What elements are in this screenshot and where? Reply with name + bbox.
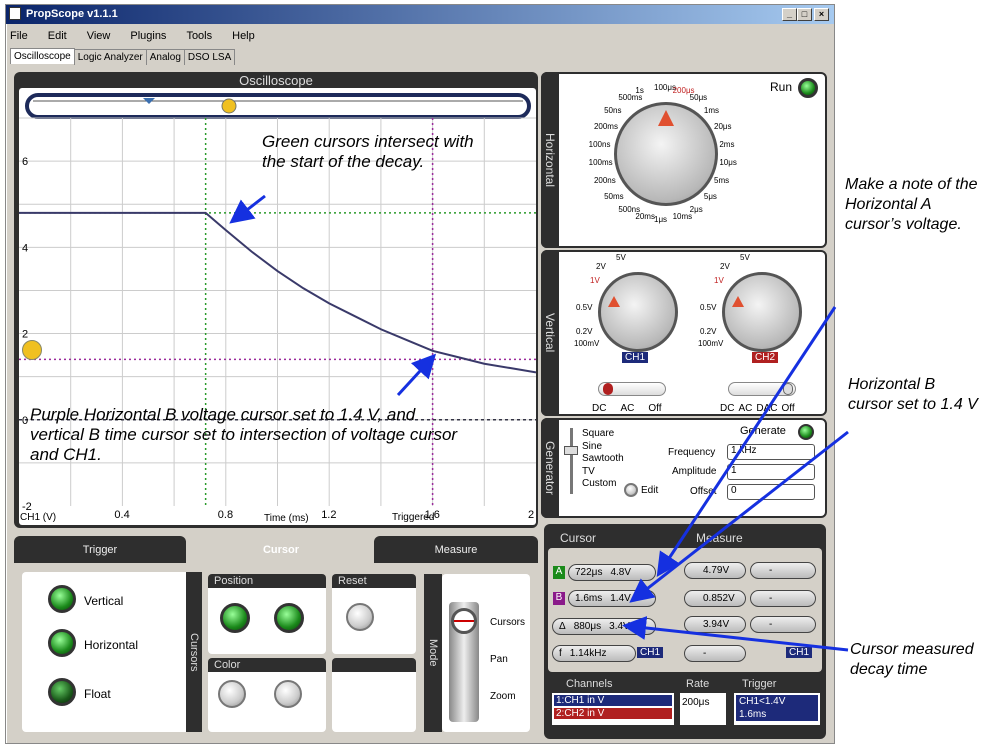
- arrow-hb: [629, 430, 849, 603]
- arrow-cm: [622, 616, 849, 652]
- arrow-green: [229, 194, 266, 224]
- arrow-purple: [396, 353, 437, 397]
- arrow-note: [656, 306, 837, 578]
- annotation-arrows: [229, 194, 849, 652]
